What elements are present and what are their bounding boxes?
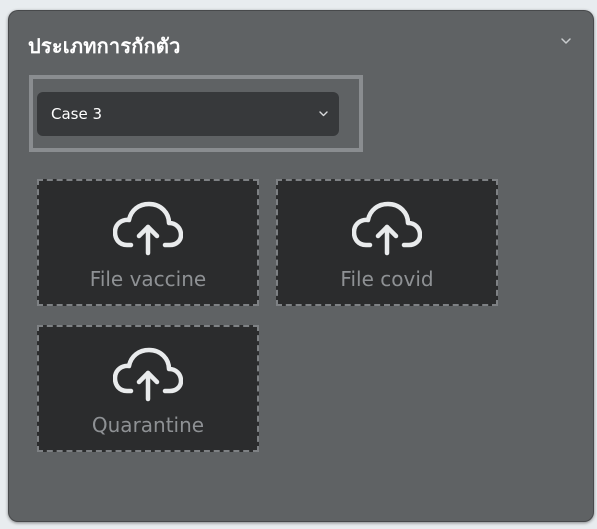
cloud-upload-icon	[113, 201, 183, 256]
chevron-down-icon	[319, 111, 328, 117]
cloud-upload-icon	[352, 201, 422, 256]
upload-file-vaccine[interactable]: File vaccine	[37, 179, 259, 306]
tile-label: File vaccine	[89, 267, 207, 291]
case-select[interactable]: Case 3	[37, 92, 339, 136]
panel-title: ประเภทการกักตัว	[28, 34, 181, 58]
chevron-down-icon[interactable]	[559, 34, 573, 48]
case-select-value: Case 3	[51, 105, 103, 123]
upload-quarantine[interactable]: Quarantine	[37, 325, 259, 452]
cloud-upload-icon	[113, 347, 183, 402]
tile-label: File covid	[340, 267, 434, 291]
tile-label: Quarantine	[91, 413, 205, 437]
upload-file-covid[interactable]: File covid	[276, 179, 498, 306]
